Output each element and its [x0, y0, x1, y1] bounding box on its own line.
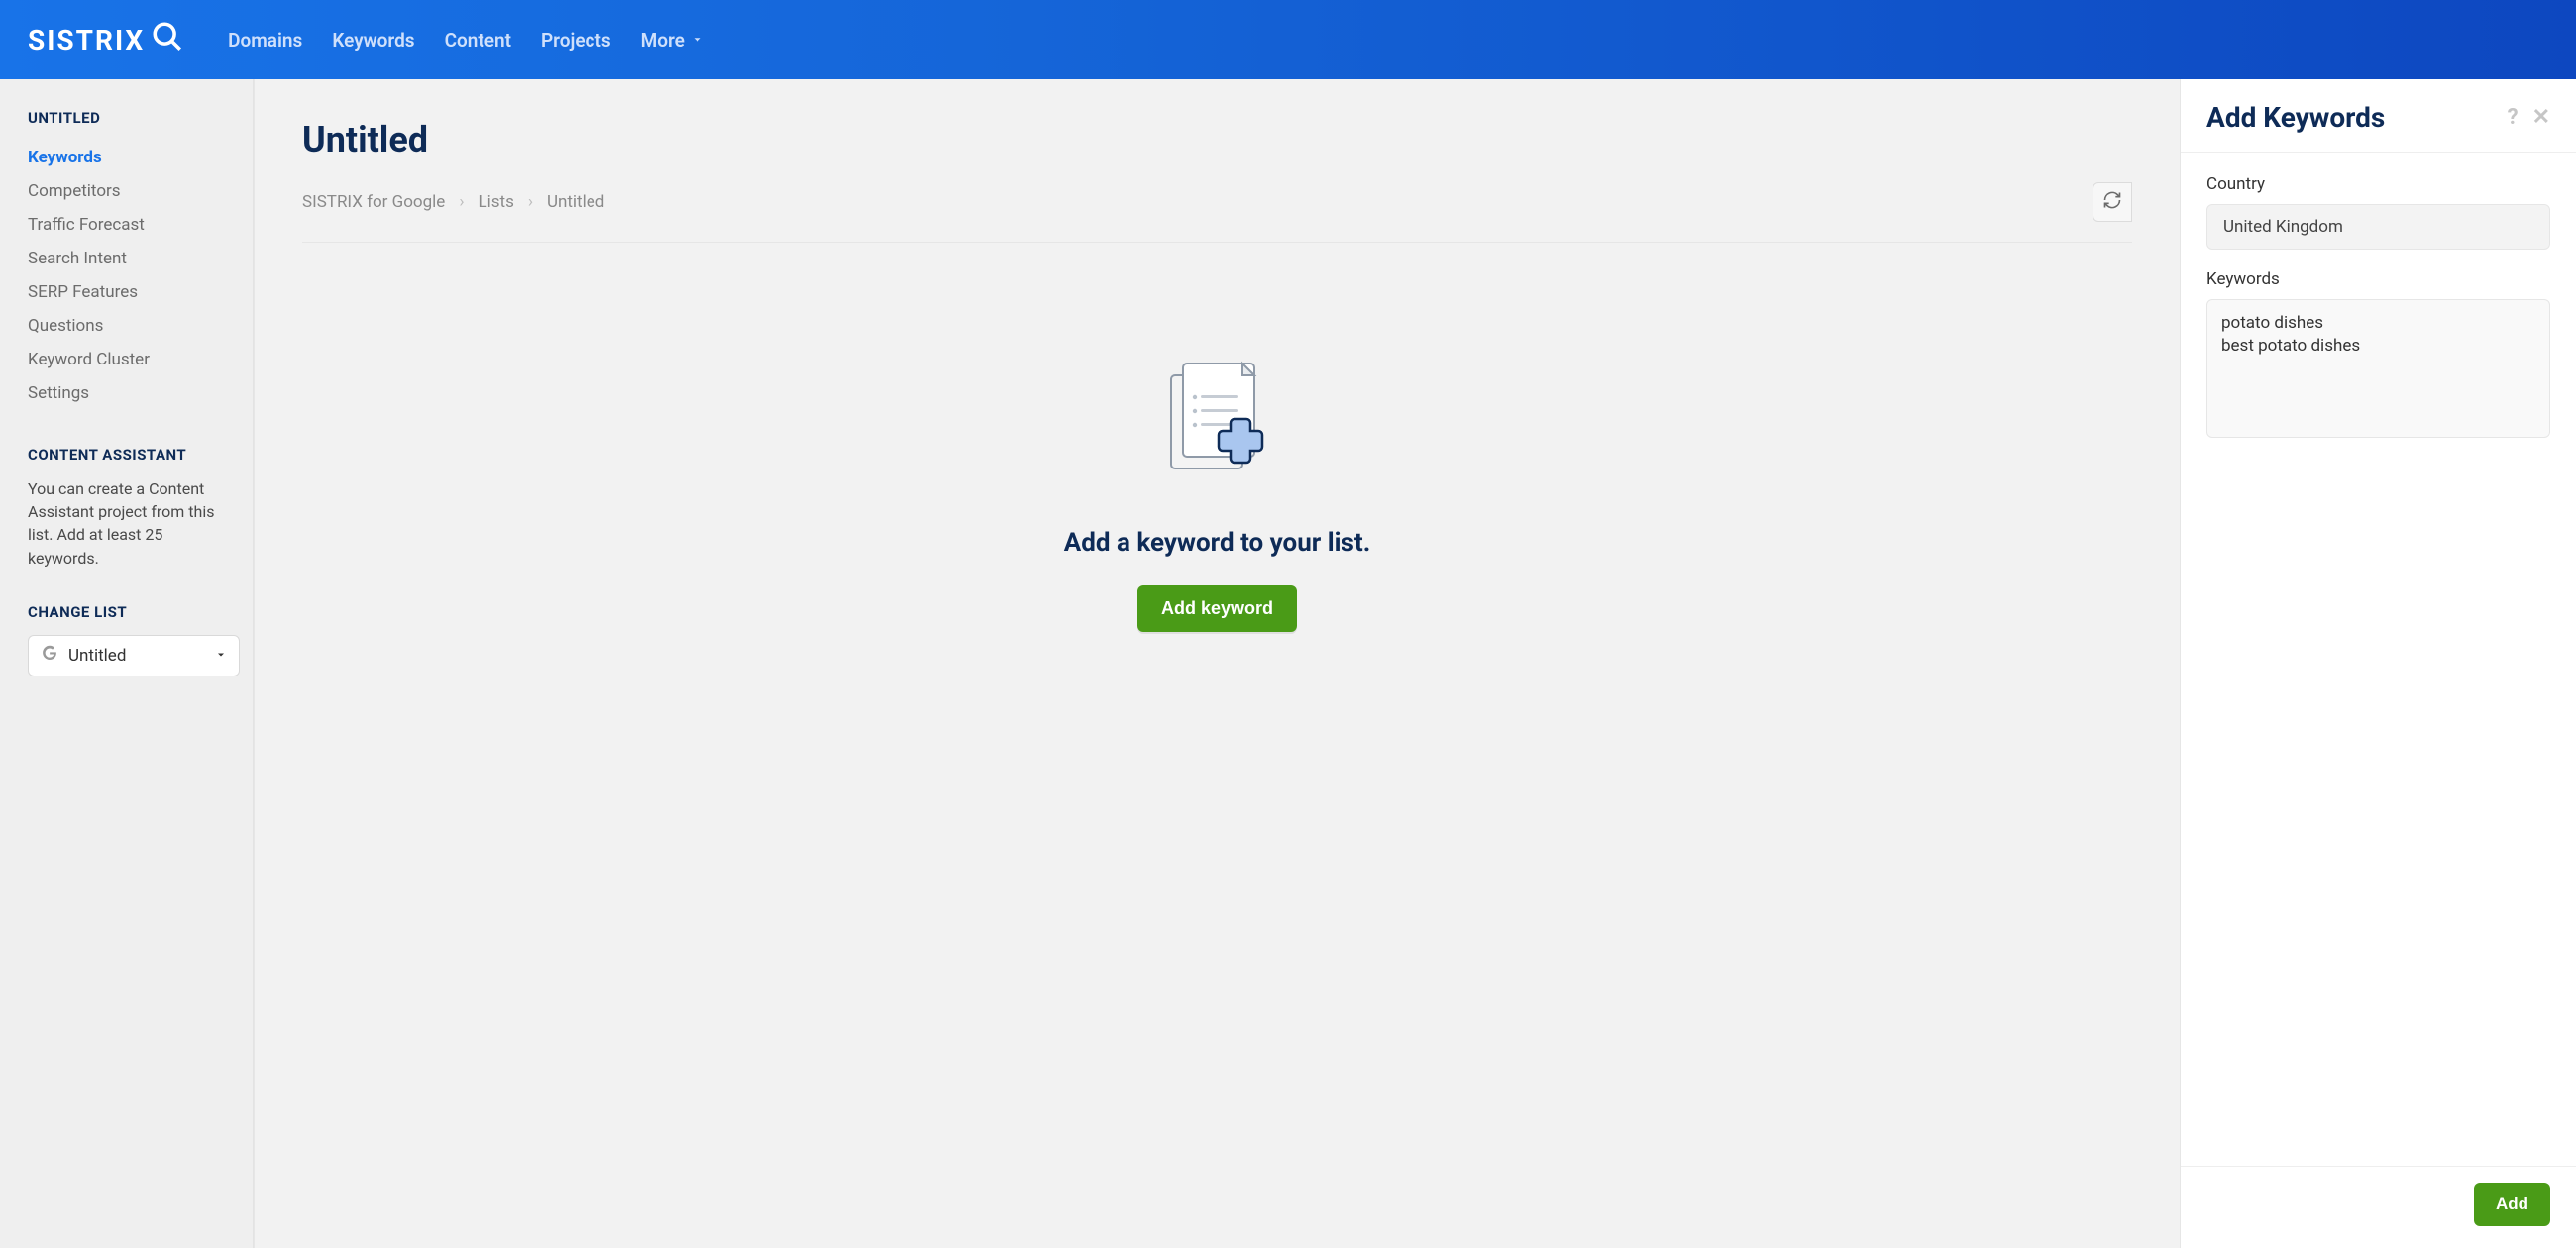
sidebar-item-competitors[interactable]: Competitors [28, 174, 225, 208]
sidebar-nav: Keywords Competitors Traffic Forecast Se… [28, 141, 225, 410]
close-icon[interactable]: ✕ [2532, 105, 2550, 130]
main-content: Untitled SISTRIX for Google › Lists › Un… [254, 79, 2180, 1248]
country-selected-value: United Kingdom [2223, 217, 2343, 237]
nav-content-label: Content [445, 29, 511, 52]
sidebar-item-questions[interactable]: Questions [28, 309, 225, 343]
add-keywords-panel: Add Keywords ? ✕ Country United Kingdom … [2180, 79, 2576, 1248]
content-assistant-title: CONTENT ASSISTANT [28, 446, 225, 464]
nav-domains-label: Domains [228, 29, 302, 52]
help-icon[interactable]: ? [2508, 105, 2519, 130]
chevron-right-icon: › [528, 192, 533, 212]
empty-state: Add a keyword to your list. Add keyword [302, 352, 2132, 632]
breadcrumb-current: Untitled [547, 192, 604, 212]
content-assistant-text: You can create a Content Assistant proje… [28, 477, 225, 570]
page-title: Untitled [302, 119, 2132, 160]
sidebar-item-label: Questions [28, 316, 103, 336]
search-icon [151, 20, 184, 60]
brand-text: SISTRIX [28, 24, 145, 56]
breadcrumb-lists[interactable]: Lists [478, 192, 513, 212]
nav-projects[interactable]: Projects [541, 29, 611, 52]
chevron-down-icon [215, 646, 227, 665]
topnav: Domains Keywords Content Projects More [228, 29, 704, 52]
sidebar-item-label: Keyword Cluster [28, 350, 150, 369]
sidebar-item-label: Settings [28, 383, 89, 403]
chevron-right-icon: › [459, 192, 464, 212]
nav-keywords[interactable]: Keywords [332, 29, 414, 52]
topbar: SISTRIX Domains Keywords Content Project… [0, 0, 2576, 79]
add-button[interactable]: Add [2474, 1183, 2550, 1226]
nav-domains[interactable]: Domains [228, 29, 302, 52]
change-list-select[interactable]: Untitled [28, 635, 240, 676]
chevron-down-icon [691, 29, 704, 52]
empty-state-text: Add a keyword to your list. [1064, 528, 1371, 558]
sidebar-item-settings[interactable]: Settings [28, 376, 225, 410]
nav-more-label: More [641, 29, 685, 52]
panel-title: Add Keywords [2206, 101, 2385, 134]
refresh-icon [2102, 190, 2122, 215]
nav-content[interactable]: Content [445, 29, 511, 52]
sidebar-item-traffic-forecast[interactable]: Traffic Forecast [28, 208, 225, 242]
sidebar-item-label: Traffic Forecast [28, 215, 145, 235]
breadcrumb-root[interactable]: SISTRIX for Google [302, 192, 445, 212]
refresh-button[interactable] [2093, 182, 2132, 222]
sidebar-item-label: SERP Features [28, 282, 138, 302]
layout: UNTITLED Keywords Competitors Traffic Fo… [0, 79, 2576, 1248]
keywords-label: Keywords [2206, 269, 2550, 289]
breadcrumb-actions [2093, 182, 2132, 222]
sidebar-item-search-intent[interactable]: Search Intent [28, 242, 225, 275]
sidebar-item-keywords[interactable]: Keywords [28, 141, 225, 174]
panel-body: Country United Kingdom Keywords [2181, 153, 2576, 1166]
country-label: Country [2206, 174, 2550, 194]
sidebar-item-serp-features[interactable]: SERP Features [28, 275, 225, 309]
brand-logo[interactable]: SISTRIX [28, 20, 184, 60]
sidebar-item-keyword-cluster[interactable]: Keyword Cluster [28, 343, 225, 376]
sidebar-item-label: Keywords [28, 148, 102, 167]
sidebar: UNTITLED Keywords Competitors Traffic Fo… [0, 79, 254, 1248]
keywords-textarea[interactable] [2206, 299, 2550, 438]
breadcrumb: SISTRIX for Google › Lists › Untitled [302, 182, 2132, 243]
add-keyword-button[interactable]: Add keyword [1137, 585, 1297, 632]
nav-projects-label: Projects [541, 29, 611, 52]
panel-header: Add Keywords ? ✕ [2181, 79, 2576, 153]
sidebar-list-title: UNTITLED [28, 109, 225, 127]
sidebar-item-label: Search Intent [28, 249, 127, 268]
nav-more[interactable]: More [641, 29, 704, 52]
country-select[interactable]: United Kingdom [2206, 204, 2550, 250]
sidebar-item-label: Competitors [28, 181, 121, 201]
document-plus-icon [1143, 352, 1292, 504]
nav-keywords-label: Keywords [332, 29, 414, 52]
panel-footer: Add [2181, 1166, 2576, 1248]
change-list-title: CHANGE LIST [28, 603, 225, 621]
change-list-selected: Untitled [68, 646, 126, 666]
google-icon [41, 644, 58, 667]
